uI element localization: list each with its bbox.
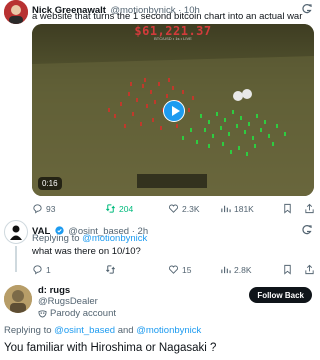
- mention-link[interactable]: @osint_based: [54, 325, 115, 336]
- bookmark-button[interactable]: [282, 264, 293, 275]
- bookmark-button[interactable]: [282, 203, 293, 214]
- views-button[interactable]: 181K: [220, 203, 254, 214]
- view-count: 181K: [234, 203, 254, 214]
- follow-back-button[interactable]: Follow Back: [249, 287, 312, 303]
- views-icon: [221, 205, 231, 213]
- mask-icon: [38, 310, 47, 318]
- replying-to: Replying to @osint_based and @motionbyni…: [4, 325, 202, 336]
- video-overlay-subtitle: BTC/USD • 1s • LIVE: [154, 36, 192, 41]
- video-duration: 0:16: [38, 177, 62, 190]
- reply-count: 93: [46, 203, 56, 214]
- thread-line: [15, 246, 17, 272]
- replying-to: Replying to @motionbynick: [32, 233, 148, 244]
- like-button[interactable]: 15: [168, 264, 191, 275]
- parody-label: Parody account: [38, 308, 116, 319]
- views-button[interactable]: 2.8K: [220, 264, 252, 275]
- grok-icon[interactable]: [302, 222, 312, 240]
- post-text: a website that turns the 1 second bitcoi…: [32, 11, 303, 22]
- share-icon: [305, 203, 314, 214]
- bookmark-icon: [284, 264, 291, 275]
- author-name[interactable]: d: rugs: [38, 285, 70, 296]
- post-actions: 93 204 2.3K 181K: [32, 203, 318, 215]
- share-button[interactable]: [304, 203, 315, 214]
- grok-icon[interactable]: [302, 1, 312, 19]
- heart-icon: [168, 204, 179, 213]
- share-icon: [305, 264, 314, 275]
- avatar[interactable]: [4, 285, 32, 313]
- like-button[interactable]: 2.3K: [168, 203, 200, 214]
- post-text: You familiar with Hiroshima or Nagasaki …: [4, 342, 217, 354]
- bookmark-icon: [284, 203, 291, 214]
- reply-icon: [33, 204, 42, 214]
- views-icon: [221, 266, 231, 274]
- share-button[interactable]: [304, 264, 315, 275]
- reply-icon: [33, 265, 42, 275]
- avatar[interactable]: [4, 0, 28, 24]
- view-count: 2.8K: [234, 264, 252, 275]
- play-button[interactable]: [163, 100, 185, 122]
- avatar[interactable]: [4, 220, 28, 244]
- repost-icon: [106, 204, 115, 213]
- mention-link[interactable]: @motionbynick: [136, 325, 201, 336]
- reply-button[interactable]: 93: [32, 203, 55, 214]
- video-player[interactable]: $61,221.37 BTC/USD • 1s • LIVE 0:16: [32, 24, 314, 196]
- reply-count: 1: [46, 264, 51, 275]
- like-count: 2.3K: [182, 203, 200, 214]
- post-actions: 1 15 2.8K: [32, 264, 318, 276]
- author-handle[interactable]: @RugsDealer: [38, 296, 98, 307]
- like-count: 15: [182, 264, 192, 275]
- repost-button[interactable]: 204: [105, 203, 133, 214]
- post-text: what was there on 10/10?: [32, 246, 141, 257]
- reply-button[interactable]: 1: [32, 264, 51, 275]
- repost-icon: [106, 265, 115, 274]
- mention-link[interactable]: @motionbynick: [82, 233, 147, 244]
- repost-button[interactable]: [105, 264, 116, 275]
- heart-icon: [168, 265, 179, 274]
- repost-count: 204: [119, 203, 134, 214]
